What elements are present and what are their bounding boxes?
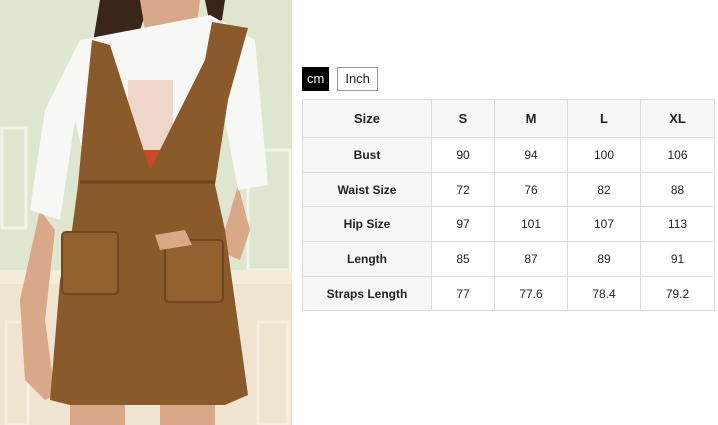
column-header: M [494, 99, 568, 138]
unit-cm-button[interactable]: cm [302, 67, 330, 91]
column-header: XL [640, 99, 715, 138]
table-cell: 90 [431, 137, 495, 173]
table-cell: 79.2 [640, 275, 715, 312]
row-label: Straps Length [302, 275, 432, 312]
table-cell: 72 [431, 171, 495, 208]
table-cell: 100 [567, 137, 641, 173]
table-cell: 77.6 [494, 275, 568, 312]
table-cell: 101 [494, 206, 568, 243]
product-photo [0, 0, 292, 425]
row-label: Waist Size [302, 171, 432, 208]
unit-inch-button[interactable]: Inch [337, 67, 378, 91]
table-cell: 89 [567, 241, 641, 277]
table-cell: 85 [431, 241, 495, 277]
column-header: Size [302, 99, 432, 138]
table-cell: 91 [640, 241, 715, 277]
table-row: Hip Size 97 101 107 113 [302, 206, 715, 243]
table-cell: 82 [567, 171, 641, 208]
table-row: Bust 90 94 100 106 [302, 137, 715, 173]
dress-illustration [0, 0, 292, 425]
table-cell: 113 [640, 206, 715, 243]
table-cell: 107 [567, 206, 641, 243]
table-header-row: Size S M L XL [302, 99, 715, 138]
table-cell: 106 [640, 137, 715, 173]
unit-toggle: cm Inch [302, 67, 378, 91]
row-label: Bust [302, 137, 432, 173]
table-cell: 97 [431, 206, 495, 243]
size-chart-table: Size S M L XL Bust 90 94 100 106 Waist S… [302, 99, 715, 312]
table-row: Waist Size 72 76 82 88 [302, 171, 715, 208]
column-header: S [431, 99, 495, 138]
table-cell: 78.4 [567, 275, 641, 312]
table-row: Length 85 87 89 91 [302, 241, 715, 277]
table-cell: 76 [494, 171, 568, 208]
table-cell: 88 [640, 171, 715, 208]
table-cell: 77 [431, 275, 495, 312]
row-label: Length [302, 241, 432, 277]
row-label: Hip Size [302, 206, 432, 243]
table-cell: 87 [494, 241, 568, 277]
table-row: Straps Length 77 77.6 78.4 79.2 [302, 275, 715, 312]
table-cell: 94 [494, 137, 568, 173]
column-header: L [567, 99, 641, 138]
